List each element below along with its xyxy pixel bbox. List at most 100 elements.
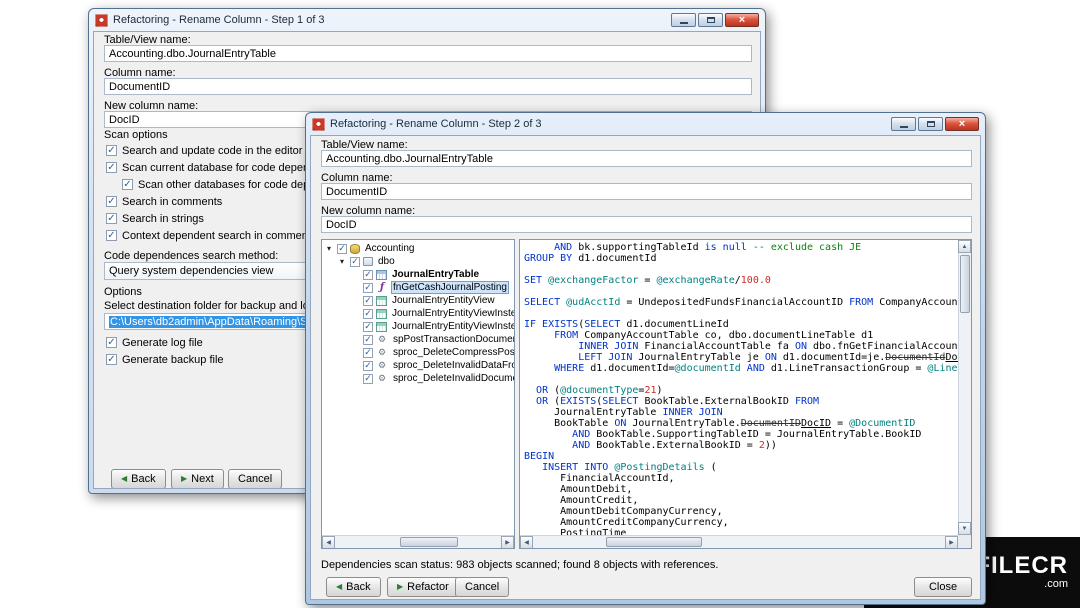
tree-checkbox[interactable]: ✓ bbox=[363, 335, 373, 345]
desktop: FILECR .com Refactoring - Rename Column … bbox=[0, 0, 1080, 608]
close-window-button[interactable]: × bbox=[945, 117, 979, 131]
checkbox[interactable]: ✓ bbox=[106, 196, 117, 207]
tree-item-label: JournalEntryTable bbox=[390, 269, 481, 280]
tree-item[interactable]: ✓ JournalEntryEntityView bbox=[322, 294, 514, 307]
checkbox[interactable]: ✓ bbox=[106, 354, 117, 365]
tree-item[interactable]: ✓⚙sproc_DeleteCompressPostingsHi bbox=[322, 346, 514, 359]
tree-item-label: JournalEntryEntityView bbox=[390, 295, 497, 306]
tree-item[interactable]: ✓JournalEntryEntityViewInsteadOf bbox=[322, 320, 514, 333]
code-line: INSERT INTO @PostingDetails ( bbox=[524, 462, 954, 473]
checkbox[interactable]: ✓ bbox=[106, 337, 117, 348]
column-name-value: DocumentID bbox=[109, 81, 170, 93]
refactor-button[interactable]: ▶ Refactor bbox=[387, 577, 459, 597]
tree-checkbox[interactable]: ✓ bbox=[363, 322, 373, 332]
tree-checkbox[interactable]: ✓ bbox=[337, 244, 347, 254]
table-view-field[interactable]: Accounting.dbo.JournalEntryTable bbox=[321, 150, 972, 167]
close-window-button[interactable]: × bbox=[725, 13, 759, 27]
code-line: BookTable ON JournalEntryTable.DocumentI… bbox=[524, 418, 954, 429]
minimize-button[interactable] bbox=[891, 117, 916, 131]
tree-checkbox[interactable]: ✓ bbox=[363, 374, 373, 384]
tree-item[interactable]: ✓ JournalEntryTable bbox=[322, 268, 514, 281]
checkbox[interactable]: ✓ bbox=[106, 145, 117, 156]
cancel-button[interactable]: Cancel bbox=[455, 577, 509, 597]
schema-icon bbox=[363, 257, 373, 266]
tree-item[interactable]: ✓⚙sproc_DeleteInvalidDocuments bbox=[322, 372, 514, 385]
code-vertical-scrollbar[interactable]: ▲ ▼ bbox=[958, 240, 971, 535]
code-line: WHERE d1.documentId=@documentId AND d1.L… bbox=[524, 363, 954, 374]
minimize-button[interactable] bbox=[671, 13, 696, 27]
scroll-down-button[interactable]: ▼ bbox=[958, 522, 971, 535]
code-line: AND BookTable.ExternalBookID = 2)) bbox=[524, 440, 954, 451]
filecr-tld: .com bbox=[1044, 578, 1068, 591]
scroll-left-button[interactable]: ◀ bbox=[520, 536, 533, 549]
tree-checkbox[interactable]: ✓ bbox=[363, 309, 373, 319]
tree-checkbox[interactable]: ✓ bbox=[350, 257, 360, 267]
scroll-thumb[interactable] bbox=[960, 255, 970, 313]
back-button[interactable]: ◀Back bbox=[326, 577, 381, 597]
scroll-right-button[interactable]: ▶ bbox=[501, 536, 514, 549]
options-group-label: Options bbox=[104, 286, 142, 298]
tree-item[interactable]: ✓JournalEntryEntityViewInsteadOf bbox=[322, 307, 514, 320]
tree-expand-icon[interactable]: ▾ bbox=[337, 258, 347, 266]
cancel-button-label: Cancel bbox=[238, 473, 272, 485]
maximize-button[interactable] bbox=[918, 117, 943, 131]
dependency-tree[interactable]: ▾✓Accounting▾✓dbo✓JournalEntryTable✓ƒfnG… bbox=[322, 240, 514, 535]
code-line bbox=[524, 374, 954, 385]
code-line: INNER JOIN FinancialAccountTable fa ON d… bbox=[524, 341, 954, 352]
tree-checkbox[interactable]: ✓ bbox=[363, 296, 373, 306]
scan-status-text: Dependencies scan status: 983 objects sc… bbox=[321, 559, 718, 571]
scroll-up-button[interactable]: ▲ bbox=[958, 240, 971, 253]
code-line: AmountDebit, bbox=[524, 484, 954, 495]
scroll-right-button[interactable]: ▶ bbox=[945, 536, 958, 549]
dependency-tree-pane: ▾✓Accounting▾✓dbo✓JournalEntryTable✓ƒfnG… bbox=[321, 239, 515, 549]
titlebar-step2[interactable]: Refactoring - Rename Column - Step 2 of … bbox=[306, 113, 985, 135]
tree-item[interactable]: ✓⚙sproc_DeleteInvalidDataFromSBA bbox=[322, 359, 514, 372]
tree-item[interactable]: ✓⚙spPostTransactionDocument bbox=[322, 333, 514, 346]
refactor-arrow-icon: ▶ bbox=[397, 583, 403, 591]
sql-editor[interactable]: AND bk.supportingTableId is null -- excl… bbox=[520, 240, 958, 535]
tree-checkbox[interactable]: ✓ bbox=[363, 348, 373, 358]
new-column-field[interactable]: DocID bbox=[321, 216, 972, 233]
tree-expand-icon[interactable]: ▾ bbox=[324, 245, 334, 253]
refactor-button-label: Refactor bbox=[407, 581, 449, 593]
next-button[interactable]: ▶Next bbox=[171, 469, 224, 489]
titlebar-step1[interactable]: Refactoring - Rename Column - Step 1 of … bbox=[89, 9, 765, 31]
checkbox[interactable]: ✓ bbox=[122, 179, 133, 190]
proc-icon: ⚙ bbox=[376, 373, 388, 384]
code-horizontal-scrollbar[interactable]: ◀ ▶ bbox=[520, 535, 958, 548]
code-line: GROUP BY d1.documentId bbox=[524, 253, 954, 264]
tree-item[interactable]: ▾✓dbo bbox=[322, 255, 514, 268]
column-name-field[interactable]: DocumentID bbox=[104, 78, 752, 95]
scroll-thumb[interactable] bbox=[606, 537, 702, 547]
checkbox-label: Search in strings bbox=[122, 213, 204, 225]
close-button[interactable]: Close bbox=[914, 577, 972, 597]
tree-checkbox[interactable]: ✓ bbox=[363, 270, 373, 280]
checkbox-row[interactable]: ✓Generate backup file bbox=[106, 351, 224, 368]
tree-checkbox[interactable]: ✓ bbox=[363, 361, 373, 371]
code-line: AmountCredit, bbox=[524, 495, 954, 506]
tree-checkbox[interactable]: ✓ bbox=[363, 283, 373, 293]
code-line: LEFT JOIN JournalEntryTable je ON d1.doc… bbox=[524, 352, 954, 363]
code-preview-pane: AND bk.supportingTableId is null -- excl… bbox=[519, 239, 972, 549]
scroll-left-button[interactable]: ◀ bbox=[322, 536, 335, 549]
checkbox[interactable]: ✓ bbox=[106, 230, 117, 241]
code-line: SET @exchangeFactor = @exchangeRate/100.… bbox=[524, 275, 954, 286]
tree-item[interactable]: ▾✓ Accounting bbox=[322, 242, 514, 255]
back-button[interactable]: ◀Back bbox=[111, 469, 166, 489]
scroll-thumb[interactable] bbox=[400, 537, 458, 547]
maximize-button[interactable] bbox=[698, 13, 723, 27]
cancel-button[interactable]: Cancel bbox=[228, 469, 282, 489]
tree-horizontal-scrollbar[interactable]: ◀ ▶ bbox=[322, 535, 514, 548]
checkbox[interactable]: ✓ bbox=[106, 213, 117, 224]
tree-item[interactable]: ✓ƒfnGetCashJournalPosting bbox=[322, 281, 514, 294]
search-method-label: Code dependences search method: bbox=[104, 250, 278, 262]
proc-icon: ⚙ bbox=[376, 347, 388, 358]
table-view-field[interactable]: Accounting.dbo.JournalEntryTable bbox=[104, 45, 752, 62]
scrollbar-corner bbox=[958, 535, 971, 548]
code-line: OR (@documentType=21) bbox=[524, 385, 954, 396]
checkbox[interactable]: ✓ bbox=[106, 162, 117, 173]
checkbox-row[interactable]: ✓Generate log file bbox=[106, 334, 224, 351]
tree-item-label: Accounting bbox=[363, 243, 416, 254]
column-name-field[interactable]: DocumentID bbox=[321, 183, 972, 200]
code-line bbox=[524, 264, 954, 275]
